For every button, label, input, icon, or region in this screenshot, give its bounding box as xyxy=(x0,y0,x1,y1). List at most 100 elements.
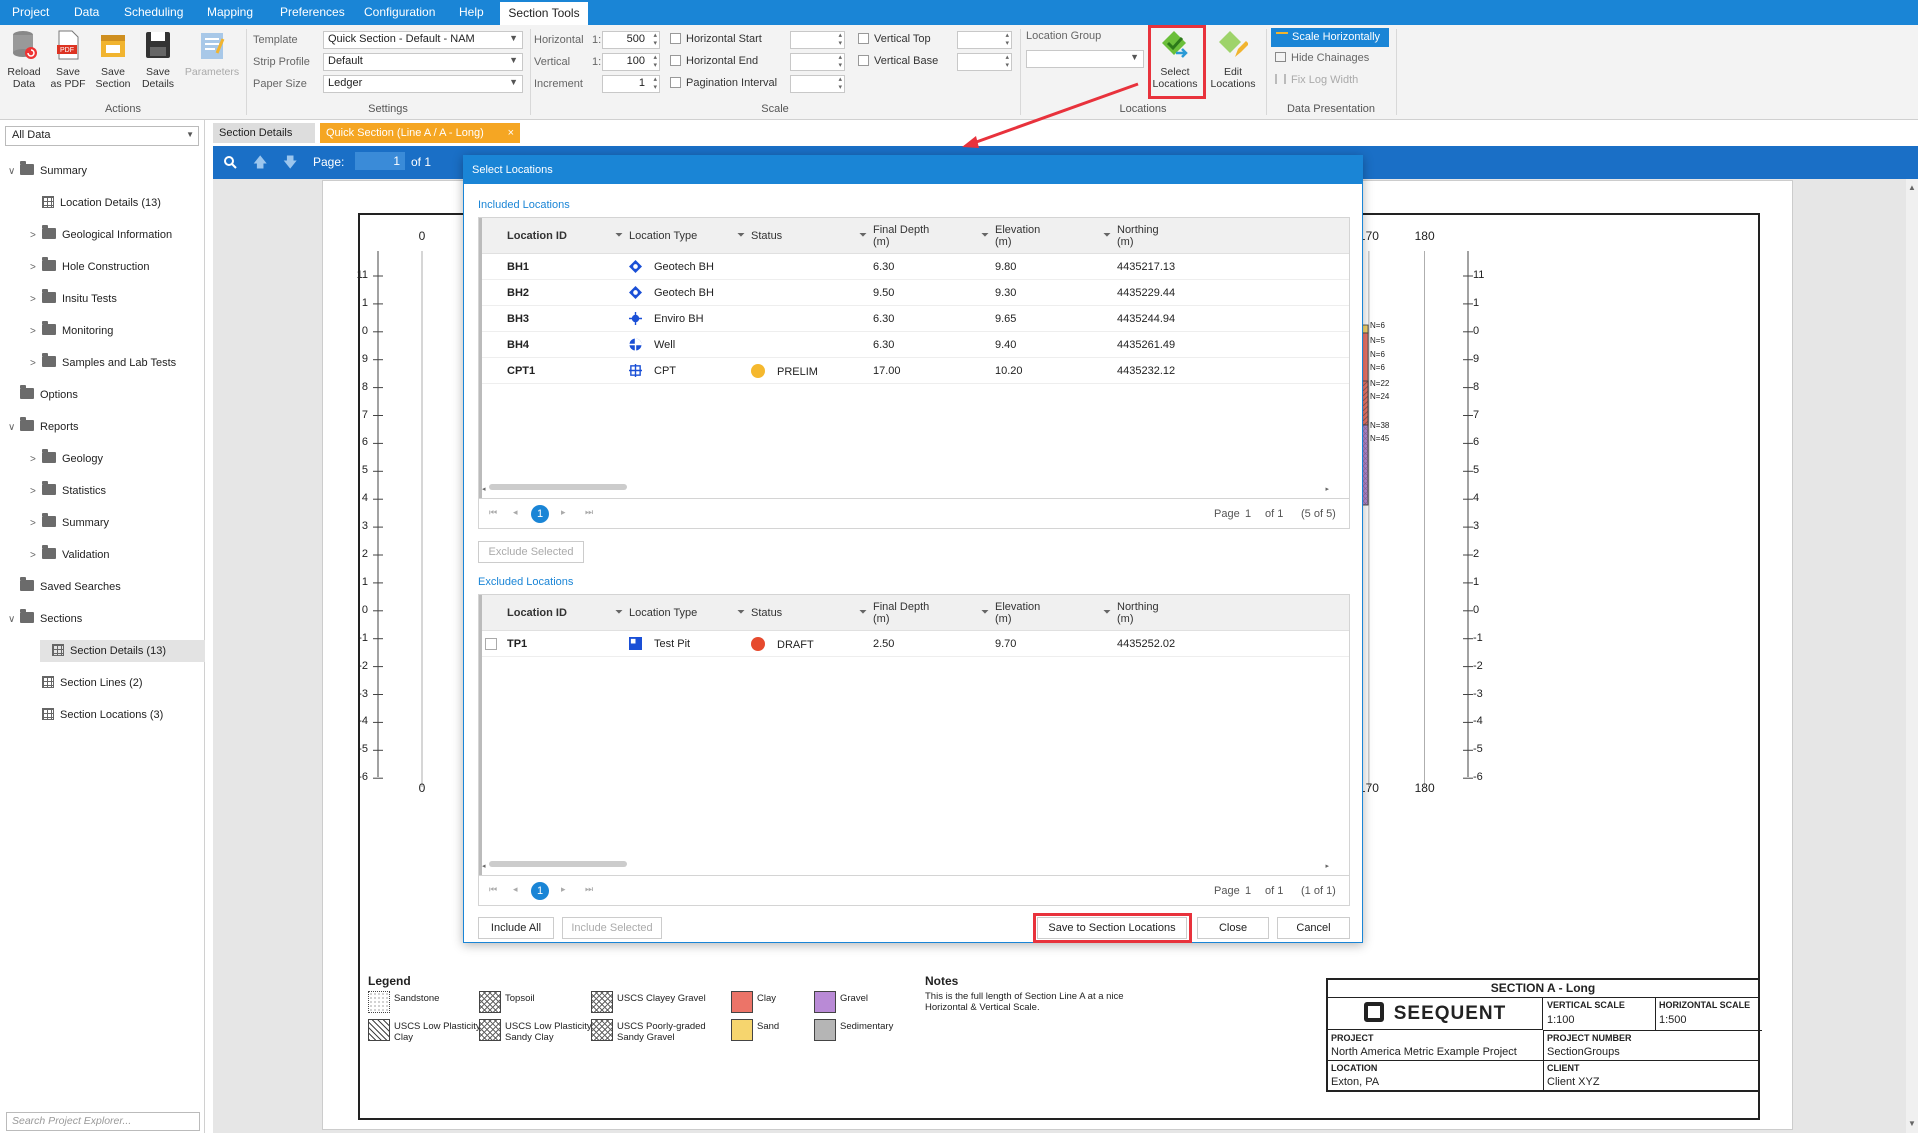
filter-icon[interactable]: ⏷ xyxy=(737,607,745,618)
increment-input[interactable]: 1 xyxy=(602,75,660,93)
chevron-down-icon[interactable]: ∨ xyxy=(8,161,20,183)
cancel-button[interactable]: Cancel xyxy=(1277,917,1350,939)
scroll-left-icon[interactable]: ◂ xyxy=(482,485,486,493)
table-row[interactable]: BH2 Geotech BH 9.50 9.30 4435229.44 xyxy=(479,280,1349,306)
column-header[interactable]: Status xyxy=(751,230,782,242)
filter-icon[interactable]: ⏷ xyxy=(859,607,867,618)
filter-icon[interactable]: ⏷ xyxy=(1103,607,1111,618)
tree-item[interactable]: > Geological Information xyxy=(0,224,205,246)
filter-icon[interactable]: ⏷ xyxy=(615,607,623,618)
horizontal-scrollbar[interactable] xyxy=(489,484,627,490)
next-page-icon[interactable]: ▸ xyxy=(561,884,566,895)
tab-quick-section[interactable]: Quick Section (Line A / A - Long) × xyxy=(320,123,520,143)
first-page-icon[interactable]: ⏮ xyxy=(489,507,497,518)
scroll-up-icon[interactable]: ▲ xyxy=(1908,183,1916,192)
tree-item[interactable]: ∨ Reports xyxy=(0,416,205,438)
vertical-base-checkbox[interactable]: Vertical Base xyxy=(858,55,938,67)
tree-item[interactable]: > Hole Construction xyxy=(0,256,205,278)
chevron-down-icon[interactable]: ∨ xyxy=(8,417,20,439)
tree-item[interactable]: Section Locations (3) xyxy=(0,704,205,726)
table-row[interactable]: BH3 Enviro BH 6.30 9.65 4435244.94 xyxy=(479,306,1349,332)
pagination-interval-checkbox[interactable]: Pagination Interval xyxy=(670,77,777,89)
chevron-right-icon[interactable]: > xyxy=(30,289,42,311)
column-header[interactable]: Status xyxy=(751,607,782,619)
prev-page-icon[interactable]: ◂ xyxy=(513,507,518,518)
exclude-selected-button[interactable]: Exclude Selected xyxy=(478,541,584,563)
chevron-right-icon[interactable]: > xyxy=(30,353,42,375)
hide-chainages-toggle[interactable]: Hide Chainages xyxy=(1275,52,1369,64)
table-row[interactable]: CPT1 CPT PRELIM 17.00 10.20 4435232.12 xyxy=(479,358,1349,384)
close-button[interactable]: Close xyxy=(1197,917,1269,939)
row-checkbox[interactable] xyxy=(485,638,497,650)
tree-item[interactable]: Options xyxy=(0,384,205,406)
vertical-top-input[interactable] xyxy=(957,31,1012,49)
chevron-right-icon[interactable]: > xyxy=(30,449,42,471)
filter-icon[interactable]: ⏷ xyxy=(737,230,745,241)
menu-mapping[interactable]: Mapping xyxy=(201,0,259,25)
reload-data-button[interactable]: Reload Data xyxy=(4,29,44,90)
chevron-right-icon[interactable]: > xyxy=(30,513,42,535)
tree-item[interactable]: > Statistics xyxy=(0,480,205,502)
include-selected-button[interactable]: Include Selected xyxy=(562,917,662,939)
tree-item[interactable]: ∨ Sections xyxy=(0,608,205,630)
tree-item[interactable]: > Insitu Tests xyxy=(0,288,205,310)
column-header[interactable]: Location Type xyxy=(629,230,697,242)
edit-locations-button[interactable]: Edit Locations xyxy=(1208,29,1258,90)
horizontal-end-input[interactable] xyxy=(790,53,845,71)
last-page-icon[interactable]: ⏭ xyxy=(585,884,593,895)
pagination-interval-input[interactable] xyxy=(790,75,845,93)
scroll-right-icon[interactable]: ▸ xyxy=(1325,485,1329,493)
filter-icon[interactable]: ⏷ xyxy=(981,230,989,241)
tree-item[interactable]: ∨ Summary xyxy=(0,160,205,182)
menu-data[interactable]: Data xyxy=(68,0,105,25)
include-all-button[interactable]: Include All xyxy=(478,917,554,939)
first-page-icon[interactable]: ⏮ xyxy=(489,884,497,895)
search-project-explorer-input[interactable]: Search Project Explorer... xyxy=(6,1112,200,1131)
paper-size-dropdown[interactable]: Ledger ▼ xyxy=(323,75,523,93)
template-dropdown[interactable]: Quick Section - Default - NAM ▼ xyxy=(323,31,523,49)
menu-scheduling[interactable]: Scheduling xyxy=(118,0,189,25)
arrow-down-icon[interactable]: 🡇 xyxy=(283,152,297,176)
vertical-base-input[interactable] xyxy=(957,53,1012,71)
table-row[interactable]: BH1 Geotech BH 6.30 9.80 4435217.13 xyxy=(479,254,1349,280)
filter-icon[interactable]: ⏷ xyxy=(1103,230,1111,241)
horizontal-end-checkbox[interactable]: Horizontal End xyxy=(670,55,758,67)
last-page-icon[interactable]: ⏭ xyxy=(585,507,593,518)
chevron-right-icon[interactable]: > xyxy=(30,225,42,247)
prev-page-icon[interactable]: ◂ xyxy=(513,884,518,895)
column-header[interactable]: Final Depth (m) xyxy=(873,601,929,625)
tree-item[interactable]: > Validation xyxy=(0,544,205,566)
filter-icon[interactable]: ⏷ xyxy=(859,230,867,241)
scale-horizontally-toggle[interactable]: Scale Horizontally xyxy=(1271,28,1389,47)
menu-preferences[interactable]: Preferences xyxy=(274,0,351,25)
page-number-input[interactable]: 1 xyxy=(355,152,405,170)
table-row[interactable]: BH4 Well 6.30 9.40 4435261.49 xyxy=(479,332,1349,358)
chevron-right-icon[interactable]: > xyxy=(30,321,42,343)
filter-icon[interactable]: ⏷ xyxy=(615,230,623,241)
filter-icon[interactable]: ⏷ xyxy=(981,607,989,618)
horizontal-start-checkbox[interactable]: Horizontal Start xyxy=(670,33,762,45)
menu-project[interactable]: Project xyxy=(6,0,55,25)
scroll-down-icon[interactable]: ▼ xyxy=(1908,1119,1916,1128)
horizontal-scale-input[interactable]: 500 xyxy=(602,31,660,49)
tree-item[interactable]: > Geology xyxy=(0,448,205,470)
chevron-right-icon[interactable]: > xyxy=(30,545,42,567)
vertical-scrollbar[interactable]: ▲ ▼ xyxy=(1906,179,1918,1133)
scroll-left-icon[interactable]: ◂ xyxy=(482,862,486,870)
vertical-top-checkbox[interactable]: Vertical Top xyxy=(858,33,931,45)
tree-item[interactable]: Location Details (13) xyxy=(0,192,205,214)
vertical-scale-input[interactable]: 100 xyxy=(602,53,660,71)
column-header[interactable]: Location ID xyxy=(507,230,567,242)
menu-help[interactable]: Help xyxy=(453,0,490,25)
horizontal-scrollbar[interactable] xyxy=(489,861,627,867)
data-filter-dropdown[interactable]: All Data ▼ xyxy=(5,126,199,146)
next-page-icon[interactable]: ▸ xyxy=(561,507,566,518)
scroll-right-icon[interactable]: ▸ xyxy=(1325,862,1329,870)
column-header[interactable]: Northing (m) xyxy=(1117,224,1159,248)
current-page[interactable]: 1 xyxy=(531,505,549,523)
close-icon[interactable]: × xyxy=(508,123,514,143)
table-row[interactable]: TP1 Test Pit DRAFT 2.50 9.70 4435252.02 xyxy=(479,631,1349,657)
arrow-up-icon[interactable]: 🡅 xyxy=(253,152,267,176)
horizontal-start-input[interactable] xyxy=(790,31,845,49)
menu-section-tools[interactable]: Section Tools xyxy=(500,0,588,25)
